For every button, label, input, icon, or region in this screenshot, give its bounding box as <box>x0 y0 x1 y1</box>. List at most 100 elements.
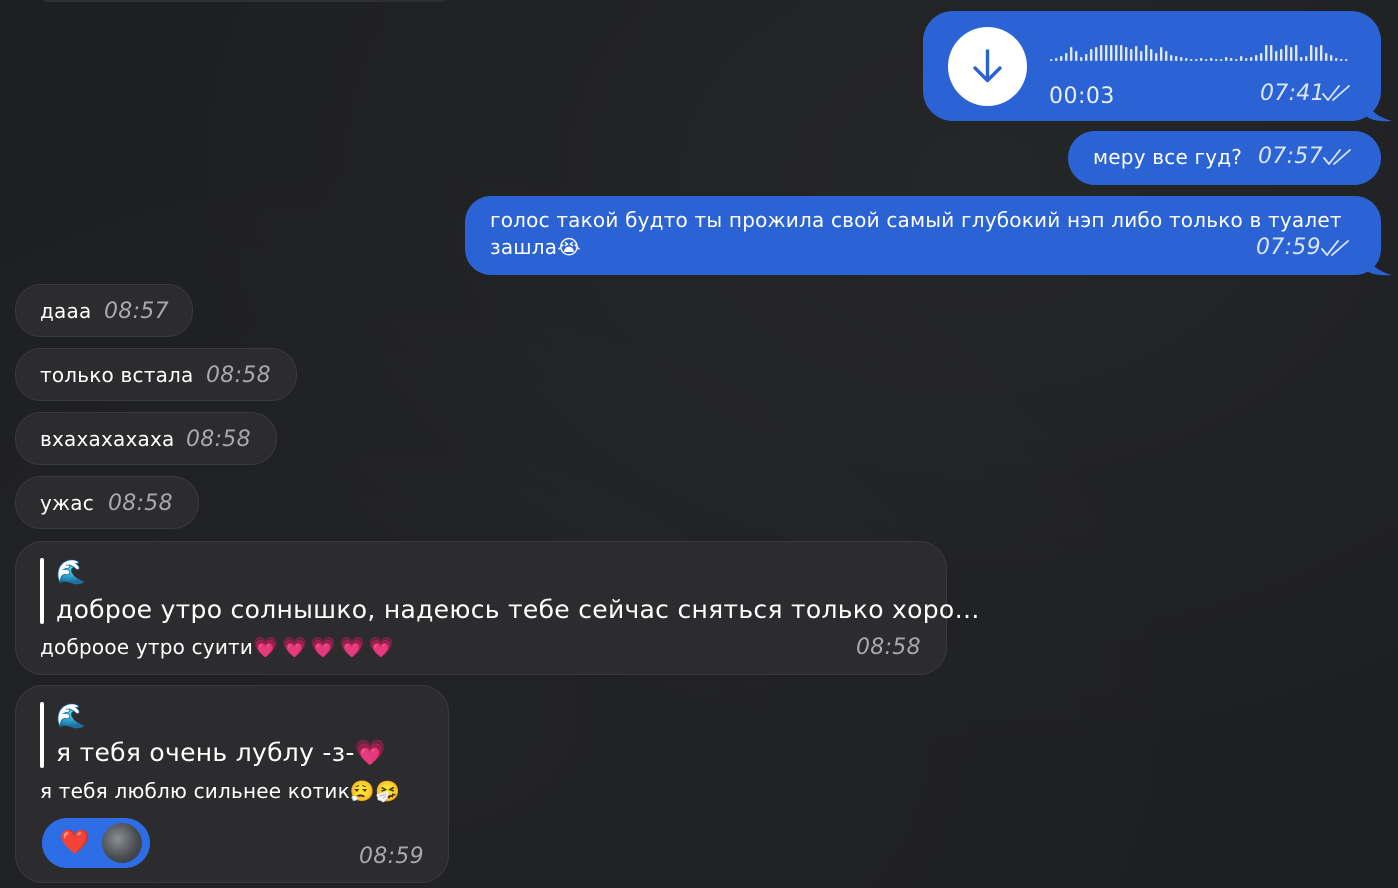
waveform-bar <box>1260 53 1263 61</box>
message-text-line1: голос такой будто ты прожила свой самый … <box>490 208 1342 232</box>
waveform-bar <box>1325 53 1328 61</box>
pink-heart-emoji: 💗 <box>354 738 387 767</box>
message-text: ужас <box>40 491 94 515</box>
bubble-tail <box>1366 96 1392 122</box>
waveform-bar <box>1160 47 1163 61</box>
message-time: 08:58 <box>856 635 921 660</box>
incoming-message[interactable]: ужас 08:58 <box>15 476 199 529</box>
waveform-bar <box>1150 49 1153 61</box>
waveform-bar <box>1070 47 1073 61</box>
waveform-bar <box>1220 59 1223 61</box>
waveform-bar <box>1305 56 1308 61</box>
waveform-bar <box>1295 45 1298 61</box>
waveform-bar <box>1335 58 1338 61</box>
waveform-bar <box>1240 56 1243 61</box>
outgoing-message[interactable]: голос такой будто ты прожила свой самый … <box>465 196 1381 275</box>
voice-message-bubble[interactable]: 00:03 07:41 <box>923 11 1381 121</box>
waveform-bar <box>1310 45 1313 61</box>
waveform-bar <box>1280 49 1283 61</box>
message-text-line2: зашла😭 <box>490 235 581 259</box>
waveform-bar <box>1175 56 1178 61</box>
message-text-content: доброое утро суити <box>40 635 254 659</box>
waveform-bar <box>1085 54 1088 61</box>
message-text-content: я тебя люблю сильнее котик <box>40 779 350 803</box>
waveform-bar <box>1265 45 1268 61</box>
waveform-bar <box>1100 45 1103 61</box>
message-text: меру все гуд? <box>1093 145 1243 169</box>
waveform-bar <box>1245 58 1248 61</box>
waveform-bar <box>1090 49 1093 61</box>
voice-waveform[interactable] <box>1050 45 1350 61</box>
waveform-bar <box>1225 57 1228 61</box>
reply-quote-text[interactable]: доброе утро солнышко, надеюсь тебе сейча… <box>56 595 980 624</box>
waveform-bar <box>1235 59 1238 61</box>
waveform-bar <box>1165 51 1168 61</box>
waveform-bar <box>1275 51 1278 61</box>
incoming-message[interactable]: вхахахахаха 08:58 <box>15 412 277 465</box>
incoming-message[interactable]: только встала 08:58 <box>15 348 297 401</box>
red-heart-reaction-icon: ❤️ <box>60 828 90 856</box>
waveform-bar <box>1255 55 1258 61</box>
message-time: 07:57 <box>1258 144 1323 169</box>
bubble-tail <box>1366 250 1392 276</box>
reply-quote-bar <box>40 558 44 624</box>
reply-quote-text[interactable]: я тебя очень лублу -з-💗 <box>56 738 386 768</box>
read-ticks-icon <box>1321 240 1349 256</box>
waveform-bar <box>1205 59 1208 61</box>
waveform-bar <box>1185 58 1188 61</box>
message-time: 08:57 <box>104 299 169 324</box>
incoming-message[interactable]: дааа 08:57 <box>15 284 193 337</box>
waveform-bar <box>1320 45 1323 61</box>
read-ticks-icon <box>1323 149 1351 165</box>
message-text-line2-text: зашла <box>490 235 558 259</box>
reaction-user-avatar[interactable] <box>102 823 142 863</box>
message-time: 08:59 <box>359 844 424 869</box>
waveform-bar <box>1290 47 1293 61</box>
waveform-bar <box>1270 45 1273 61</box>
waveform-bar <box>1330 55 1333 61</box>
incoming-reply-message[interactable]: 🌊 я тебя очень лублу -з-💗 я тебя люблю с… <box>15 685 449 883</box>
reply-quote-text-content: я тебя очень лублу -з- <box>56 738 355 767</box>
waveform-bar <box>1190 59 1193 61</box>
message-time: 07:59 <box>1256 235 1321 260</box>
waveform-bar <box>1055 58 1058 61</box>
pink-heart-emojis: 💗💗💗💗💗 <box>253 635 398 659</box>
message-time: 08:58 <box>186 427 251 452</box>
download-button[interactable] <box>948 27 1027 106</box>
waveform-bar <box>1115 45 1118 61</box>
waveform-bar <box>1120 45 1123 61</box>
waveform-bar <box>1155 53 1158 61</box>
download-arrow-icon <box>973 49 1002 83</box>
reply-quote-bar <box>40 702 44 768</box>
waveform-bar <box>1340 59 1343 61</box>
message-text: вхахахахаха <box>40 427 175 451</box>
message-text: доброое утро суити💗💗💗💗💗 <box>40 635 398 659</box>
waveform-bar <box>1095 47 1098 61</box>
quote-wave-emoji: 🌊 <box>56 702 87 730</box>
waveform-bar <box>1130 49 1133 61</box>
waveform-bar <box>1050 59 1053 61</box>
waveform-bar <box>1210 58 1213 61</box>
waveform-bar <box>1230 58 1233 61</box>
waveform-bar <box>1170 55 1173 61</box>
message-text: только встала <box>40 363 194 387</box>
incoming-reply-message[interactable]: 🌊 доброе утро солнышко, надеюсь тебе сей… <box>15 541 980 675</box>
message-time: 08:58 <box>108 491 173 516</box>
waveform-bar <box>1315 47 1318 61</box>
waveform-bar <box>1060 56 1063 61</box>
exhale-sneeze-emojis: 😮‍💨🤧 <box>349 779 401 803</box>
waveform-bar <box>1180 57 1183 61</box>
voice-duration: 00:03 <box>1049 84 1115 109</box>
outgoing-message[interactable]: меру все гуд? 07:57 <box>1068 131 1381 185</box>
waveform-bar <box>1105 45 1108 61</box>
waveform-bar <box>1215 59 1218 61</box>
waveform-bar <box>1125 47 1128 61</box>
reaction-pill[interactable]: ❤️ <box>42 818 150 868</box>
quote-wave-emoji: 🌊 <box>56 558 87 586</box>
waveform-bar <box>1345 59 1348 61</box>
waveform-bar <box>1080 57 1083 61</box>
waveform-bar <box>1195 59 1198 61</box>
read-ticks-icon <box>1322 85 1350 101</box>
waveform-bar <box>1075 51 1078 61</box>
waveform-bar <box>1300 57 1303 61</box>
